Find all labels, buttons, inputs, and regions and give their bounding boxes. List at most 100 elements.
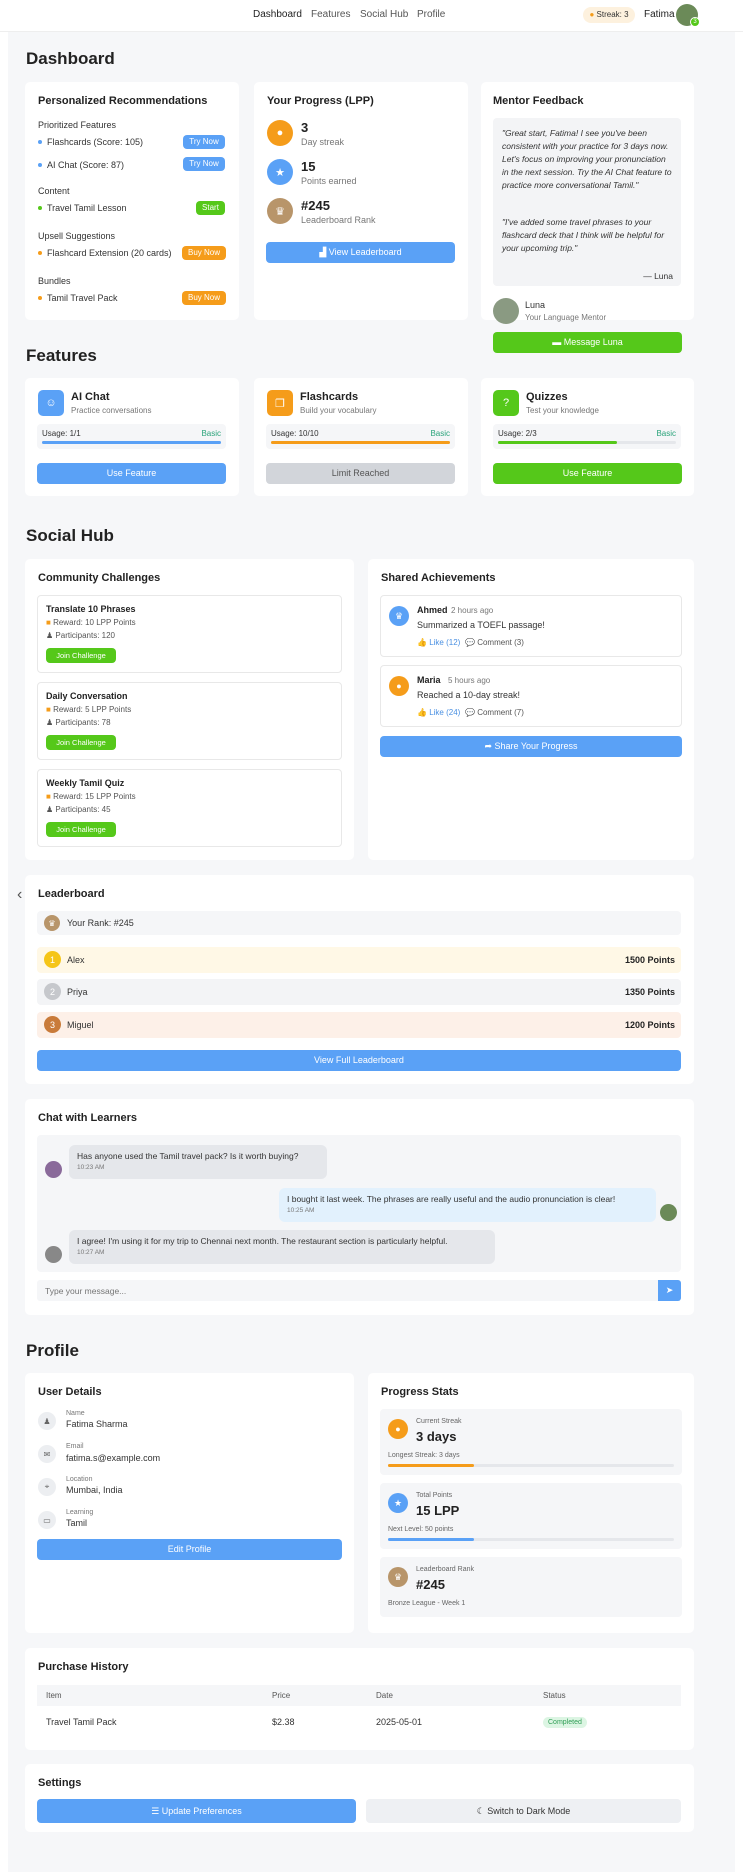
flame-icon: ● [388, 1419, 408, 1439]
stat-bar [388, 1464, 674, 1467]
chat-message: I agree! I'm using it for my trip to Che… [69, 1230, 495, 1264]
chevron-left-icon[interactable]: ‹ [17, 886, 22, 904]
comment-icon: 💬 [465, 708, 475, 717]
usage-label: Usage: 10/10 [271, 429, 319, 438]
flame-icon: ● [267, 120, 293, 146]
chat-messages: Has anyone used the Tamil travel pack? I… [37, 1135, 681, 1272]
message-time: 10:25 AM [287, 1207, 315, 1214]
buy-now-button[interactable]: Buy Now [182, 246, 226, 260]
feature-desc: Test your knowledge [526, 406, 599, 415]
join-challenge-button[interactable]: Join Challenge [46, 822, 116, 837]
purchase-history-card: Purchase History Item Price Date Status … [25, 1648, 694, 1750]
challenge-item: Weekly Tamil Quiz ■ Reward: 15 LPP Point… [37, 769, 342, 847]
edit-profile-button[interactable]: Edit Profile [37, 1539, 342, 1560]
use-feature-button[interactable]: Use Feature [493, 463, 682, 484]
buy-now-button[interactable]: Buy Now [182, 291, 226, 305]
rank-badge: 2 [44, 983, 61, 1000]
field-value: Tamil [66, 1518, 88, 1528]
nav-features[interactable]: Features [311, 9, 350, 20]
user-details-card: User Details ♟ Name Fatima Sharma ✉ Emai… [25, 1373, 354, 1633]
nav-dashboard[interactable]: Dashboard [253, 9, 302, 20]
bullet-icon [38, 206, 42, 210]
message-text: Has anyone used the Tamil travel pack? I… [77, 1151, 299, 1161]
stat-label: Total Points [416, 1492, 453, 1499]
rank-stat: ♛ Leaderboard Rank #245 Bronze League - … [380, 1557, 682, 1617]
bullet-icon [38, 163, 42, 167]
podium-icon: ▟ [319, 247, 327, 257]
chat-title: Chat with Learners [38, 1112, 138, 1124]
start-button[interactable]: Start [196, 201, 225, 215]
share-icon: ➦ [484, 741, 492, 751]
streak-stat: ● Current Streak 3 days Longest Streak: … [380, 1409, 682, 1475]
group-heading: Bundles [38, 276, 71, 286]
challenge-name: Weekly Tamil Quiz [46, 778, 125, 788]
mentor-card: Mentor Feedback "Great start, Fatima! I … [481, 82, 694, 320]
join-challenge-button[interactable]: Join Challenge [46, 735, 116, 750]
chat-input[interactable] [37, 1280, 658, 1301]
comment-button[interactable]: 💬 Comment (7) [465, 708, 524, 717]
streak-badge: ● Streak: 3 [583, 7, 635, 23]
avatar [45, 1161, 62, 1178]
nav-social-hub[interactable]: Social Hub [360, 9, 408, 20]
limit-reached-button[interactable]: Limit Reached [266, 463, 455, 484]
field-label: Email [66, 1443, 84, 1450]
try-now-button[interactable]: Try Now [183, 157, 225, 171]
update-preferences-button[interactable]: ☰ Update Preferences [37, 1799, 356, 1823]
leader-name: Alex [67, 955, 85, 965]
feature-card-quizzes: ? Quizzes Test your knowledge Usage: 2/3… [481, 378, 694, 496]
rec-item-label: AI Chat (Score: 87) [47, 160, 125, 170]
usage-fill [42, 441, 221, 444]
stat-label: Current Streak [416, 1418, 462, 1425]
comment-icon: 💬 [465, 638, 475, 647]
stat-bar [388, 1538, 674, 1541]
sliders-icon: ☰ [151, 1806, 160, 1816]
streak-value: 3 [301, 120, 309, 135]
rank-value: #245 [301, 198, 330, 213]
use-feature-button[interactable]: Use Feature [37, 463, 226, 484]
like-button[interactable]: 👍 Like (24) [417, 708, 460, 717]
features-title: Features [26, 346, 97, 365]
challenge-item: Daily Conversation ■ Reward: 5 LPP Point… [37, 682, 342, 760]
feature-desc: Build your vocabulary [300, 406, 377, 415]
challenge-participants: Participants: 78 [55, 718, 111, 727]
share-progress-button[interactable]: ➦ Share Your Progress [380, 736, 682, 757]
dark-mode-button[interactable]: ☾ Switch to Dark Mode [366, 1799, 681, 1823]
like-button[interactable]: 👍 Like (12) [417, 638, 460, 647]
try-now-button[interactable]: Try Now [183, 135, 225, 149]
star-icon: ★ [267, 159, 293, 185]
mentor-signature: — Luna [643, 271, 673, 281]
status-badge: Completed [543, 1717, 587, 1728]
users-icon: ♟ [46, 805, 54, 814]
challenge-participants: Participants: 45 [55, 805, 111, 814]
challenge-item: Translate 10 Phrases ■ Reward: 10 LPP Po… [37, 595, 342, 673]
usage-box: Usage: 2/3 Basic [493, 424, 681, 449]
stat-sub: Longest Streak: 3 days [388, 1452, 460, 1459]
join-challenge-button[interactable]: Join Challenge [46, 648, 116, 663]
leaderboard-row: 1 Alex 1500 Points [37, 947, 681, 973]
message-time: 10:27 AM [77, 1249, 105, 1256]
message-luna-button[interactable]: ▬ Message Luna [493, 332, 682, 353]
send-icon: ➤ [665, 1285, 674, 1295]
view-full-leaderboard-button[interactable]: View Full Leaderboard [37, 1050, 681, 1071]
language-icon: ▭ [38, 1511, 56, 1529]
chat-message: I bought it last week. The phrases are r… [279, 1188, 656, 1222]
user-icon: ♟ [38, 1412, 56, 1430]
field-label: Learning [66, 1509, 94, 1516]
view-leaderboard-button[interactable]: ▟ View Leaderboard [266, 242, 455, 263]
mentor-quote-box: "Great start, Fatima! I see you've been … [493, 118, 681, 286]
your-rank-row: ♛ Your Rank: #245 [37, 911, 681, 935]
achievement-text: Summarized a TOEFL passage! [417, 620, 545, 630]
streak-label: Streak: 3 [596, 10, 629, 19]
user-name[interactable]: Fatima [644, 9, 675, 20]
challenge-reward: Reward: 15 LPP Points [53, 792, 136, 801]
user-details-title: User Details [38, 1386, 102, 1398]
stat-value: #245 [416, 1577, 445, 1592]
challenge-name: Daily Conversation [46, 691, 128, 701]
nav-profile[interactable]: Profile [417, 9, 445, 20]
send-button[interactable]: ➤ [658, 1280, 681, 1301]
purchase-item: Travel Tamil Pack [46, 1717, 117, 1727]
stat-sub: Bronze League - Week 1 [388, 1600, 466, 1607]
bullet-icon [38, 296, 42, 300]
comment-button[interactable]: 💬 Comment (3) [465, 638, 524, 647]
cards-icon: ❐ [267, 390, 293, 416]
